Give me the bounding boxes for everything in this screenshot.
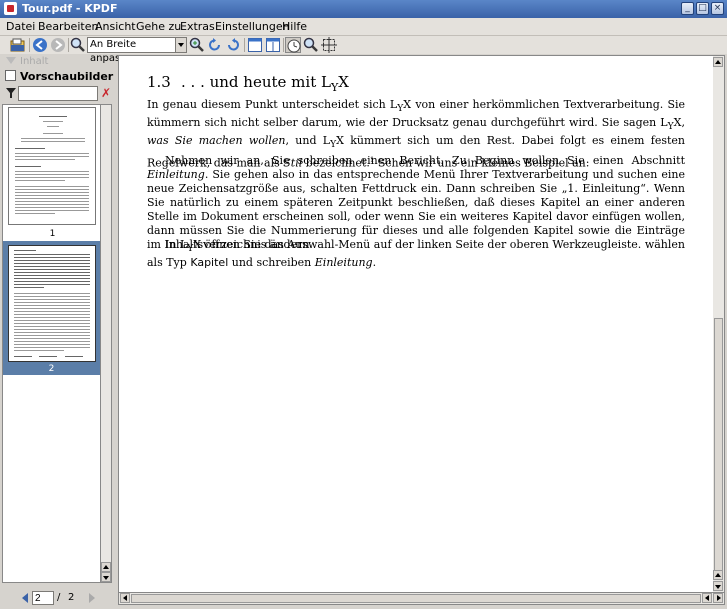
thumbnail-scroll-down-icon[interactable]	[101, 572, 111, 582]
thumbnail-scroll-up-icon[interactable]	[101, 562, 111, 572]
menu-ansicht[interactable]: Ansicht	[95, 20, 136, 33]
window-title: Tour.pdf - KPDF	[22, 2, 118, 15]
doc-scroll-left-icon[interactable]	[120, 593, 130, 603]
doc-scroll-down-icon[interactable]	[713, 581, 723, 591]
doc-scroll-up-icon[interactable]	[713, 57, 723, 67]
single-page-icon[interactable]	[247, 37, 263, 53]
next-page-icon[interactable]	[89, 593, 95, 603]
menu-bar: Datei Bearbeiten Ansicht Gehe zu Extras …	[0, 18, 727, 36]
zoom-tool-icon[interactable]	[303, 37, 319, 53]
menu-einstellungen[interactable]: Einstellungen	[215, 20, 290, 33]
section-number: 1.3	[147, 73, 171, 91]
filter-icon	[6, 88, 16, 98]
open-icon[interactable]	[10, 37, 26, 53]
title-bar: Tour.pdf - KPDF _ □ ×	[0, 0, 727, 18]
document-horizontal-scrollbar[interactable]	[118, 593, 725, 605]
doc-scroll-up-lower-icon[interactable]	[713, 570, 723, 580]
tab-inhalt[interactable]: Inhalt	[2, 55, 102, 68]
filter-input[interactable]	[18, 86, 98, 101]
page-total: 2	[68, 592, 75, 603]
doc-scroll-right-icon[interactable]	[713, 593, 723, 603]
doc-scroll-thumb[interactable]	[714, 318, 723, 578]
thumbnail-label-1: 1	[49, 229, 56, 239]
toolbar: An Breite anpassen	[0, 36, 727, 64]
page-separator: /	[57, 592, 61, 603]
page-navigator: / 2	[2, 591, 114, 606]
thumbnail-filter: ✗	[2, 85, 114, 103]
section-heading: 1.3. . . und heute mit LYX	[147, 73, 349, 94]
thumbnails-icon	[5, 70, 16, 81]
thumbnail-page-2-selected[interactable]: 2	[3, 241, 100, 375]
page-number-input[interactable]	[32, 591, 54, 605]
zoom-select[interactable]: An Breite anpassen	[87, 37, 187, 64]
zoom-icon[interactable]	[70, 37, 86, 53]
menu-gehe-zu[interactable]: Gehe zu	[136, 20, 181, 33]
thumbnail-scrollbar[interactable]	[101, 104, 112, 583]
maximize-button[interactable]: □	[696, 2, 709, 15]
document-page: 1.3. . . und heute mit LYX In genau dies…	[125, 62, 705, 592]
rotate-right-icon[interactable]	[225, 37, 241, 53]
minimize-button[interactable]: _	[681, 2, 694, 15]
browse-tool-icon[interactable]	[285, 37, 301, 53]
app-icon	[4, 2, 17, 15]
document-view: 1.3. . . und heute mit LYX In genau dies…	[118, 55, 725, 593]
tab-inhalt-label: Inhalt	[20, 56, 49, 67]
rotate-left-icon[interactable]	[207, 37, 223, 53]
menu-hilfe[interactable]: Hilfe	[282, 20, 307, 33]
thumbnail-label-2: 2	[48, 364, 55, 374]
paragraph-3: In LYX öffnen Sie das Auswahl-Menü auf d…	[147, 238, 685, 270]
chevron-down-icon[interactable]	[175, 38, 186, 52]
menu-bearbeiten[interactable]: Bearbeiten	[38, 20, 98, 33]
previous-page-icon[interactable]	[22, 593, 28, 603]
clear-filter-icon[interactable]: ✗	[101, 86, 113, 100]
doc-hscroll-thumb[interactable]	[131, 594, 701, 603]
forward-icon[interactable]	[50, 37, 66, 53]
tab-vorschaubilder[interactable]: Vorschaubilder	[2, 69, 114, 84]
thumbnail-page-1[interactable]	[8, 107, 96, 225]
doc-scroll-left-lower-icon[interactable]	[702, 593, 712, 603]
menu-datei[interactable]: Datei	[6, 20, 35, 33]
menu-extras[interactable]: Extras	[180, 20, 215, 33]
two-page-icon[interactable]	[265, 37, 281, 53]
thumbnail-page-2[interactable]	[8, 245, 96, 362]
section-title: . . . und heute mit L	[181, 73, 331, 91]
tab-vorschaubilder-label: Vorschaubilder	[20, 70, 114, 83]
back-icon[interactable]	[32, 37, 48, 53]
close-button[interactable]: ×	[711, 2, 724, 15]
zoom-in-icon[interactable]	[189, 37, 205, 53]
thumbnail-list: 1 2	[2, 104, 101, 583]
document-vertical-scrollbar[interactable]	[713, 55, 725, 593]
select-tool-icon[interactable]	[321, 37, 337, 53]
